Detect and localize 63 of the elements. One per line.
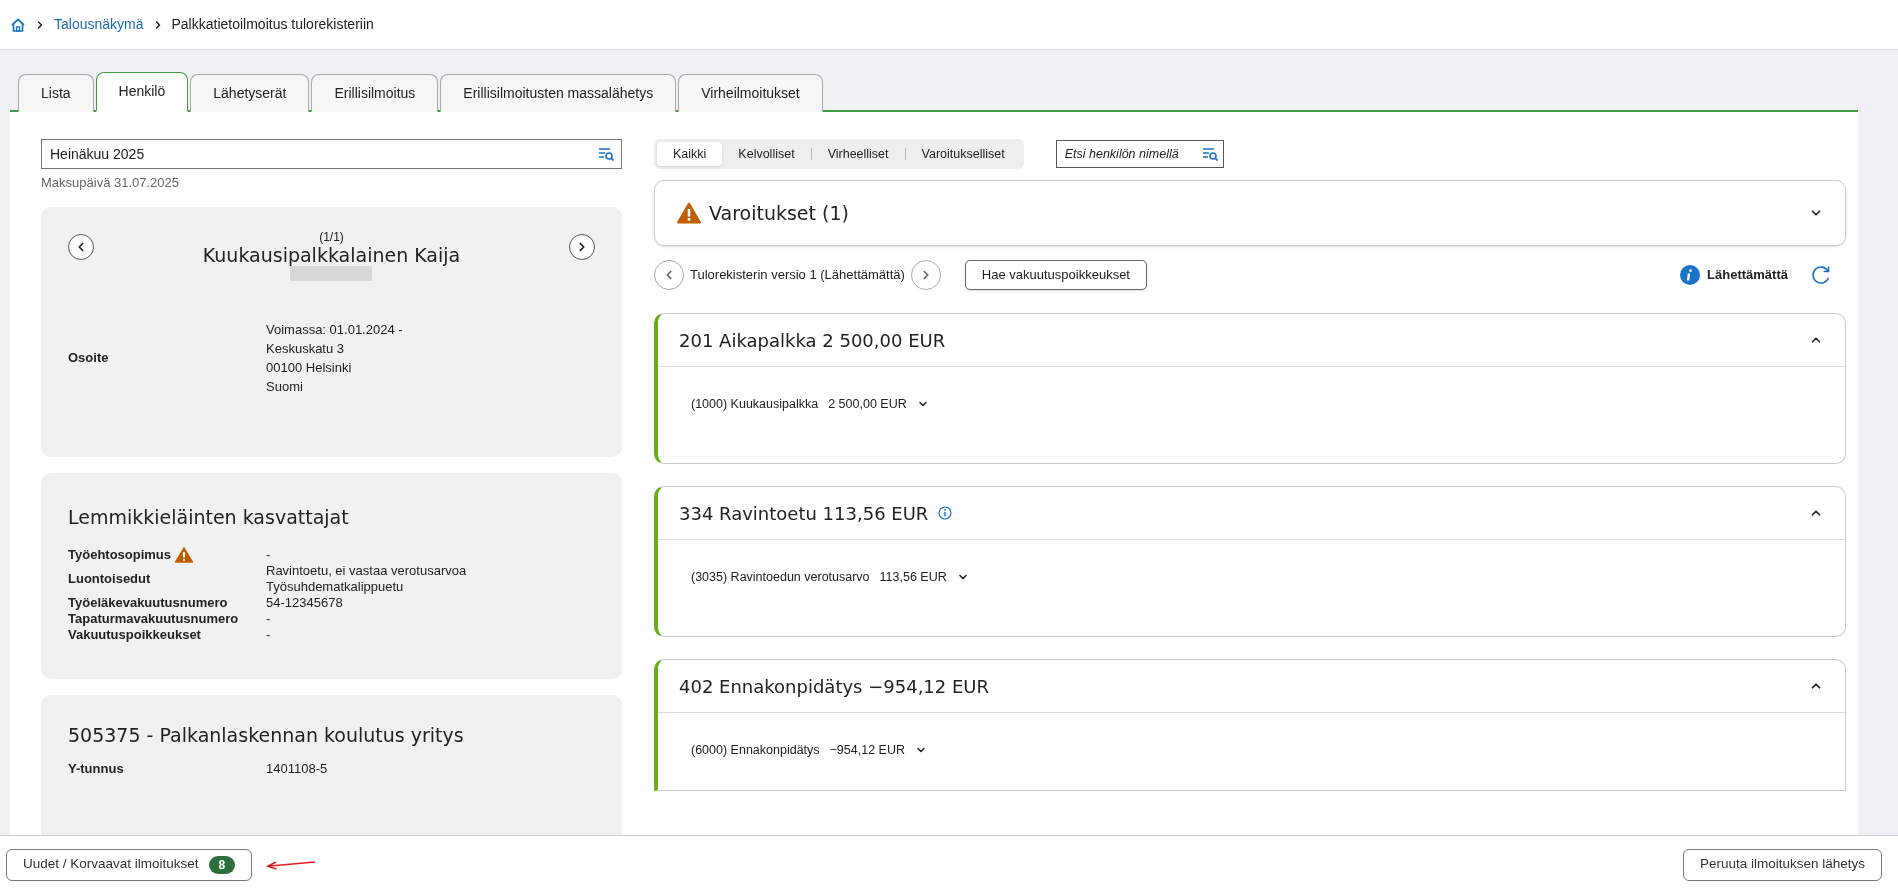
tab[interactable]: Erillisilmoitus xyxy=(311,74,439,112)
income-title: 334 Ravintoetu 113,56 EUR xyxy=(679,501,929,526)
warning-icon xyxy=(677,202,701,224)
warnings-title: Varoitukset (1) xyxy=(709,200,849,226)
info-icon xyxy=(1680,265,1701,285)
item-label: (6000) Ennakonpidätys xyxy=(691,742,820,759)
field-value: 00100 Helsinki xyxy=(266,358,353,377)
breadcrumb-current: Palkkatietoilmoitus tulorekisteriin xyxy=(171,15,374,34)
item-label: (3035) Ravintoedun verotusarvo xyxy=(691,569,870,586)
name-search-field[interactable]: Etsi henkilön nimellä xyxy=(1055,140,1224,168)
tab[interactable]: Erillisilmoitusten massalähetys xyxy=(440,74,677,112)
field-label: Työehtosopimus xyxy=(68,547,172,563)
item-amount: −954,12 EUR xyxy=(829,742,905,759)
field-value: 1401108-5 xyxy=(266,761,329,777)
item-amount: 2 500,00 EUR xyxy=(828,396,907,413)
payment-date: Maksupäivä 31.07.2025 xyxy=(41,174,181,192)
field-value: - xyxy=(266,547,272,563)
tab[interactable]: Lista xyxy=(18,74,94,112)
next-button[interactable] xyxy=(569,233,595,260)
field-value: - xyxy=(266,627,272,643)
cancel-sending-button[interactable]: Peruuta ilmoituksen lähetys xyxy=(1682,848,1882,881)
filter-option[interactable]: Virheelliset xyxy=(811,142,905,166)
status-label: Lähettämättä xyxy=(1707,266,1788,285)
item-label: (1000) Kuukausipalkka xyxy=(691,396,819,413)
field-label: Vakuutuspoikkeukset xyxy=(68,627,201,643)
fetch-button[interactable]: Hae vakuutuspoikkeukset xyxy=(964,260,1147,290)
field-value: 54-12345678 xyxy=(266,595,344,611)
home-icon xyxy=(10,16,26,33)
card-title: Lemmikkieläinten kasvattajat xyxy=(68,504,350,530)
refresh-icon xyxy=(1810,264,1832,286)
field-value: Keskuskatu 3 xyxy=(266,339,346,358)
version-label: Tulorekisterin versio 1 (Lähettämättä) xyxy=(690,266,905,285)
field-value: Ravintoetu, ei vastaa verotusarvoa xyxy=(266,563,468,579)
period-field[interactable]: Heinäkuu 2025 xyxy=(41,139,622,169)
field-value: - xyxy=(266,611,272,627)
field-label: Y-tunnus xyxy=(68,761,124,777)
field-value: Voimassa: 01.01.2024 - xyxy=(266,320,404,339)
tab[interactable]: Virheilmoitukset xyxy=(678,74,823,112)
field-label: Osoite xyxy=(68,349,109,367)
field-value: Suomi xyxy=(266,377,304,396)
search-icon xyxy=(1201,147,1218,161)
person-counter: (1/1) xyxy=(319,229,344,244)
filter-option[interactable]: Varoitukselliset xyxy=(905,142,1021,166)
income-title: 201 Aikapalkka 2 500,00 EUR xyxy=(679,328,946,353)
item-amount: 113,56 EUR xyxy=(879,569,947,586)
field-label: Työeläkevakuutusnumero xyxy=(68,595,228,611)
search-icon xyxy=(598,147,614,161)
filter-option[interactable]: Kelvolliset xyxy=(722,142,811,166)
arrow-icon xyxy=(266,859,317,870)
card-title: 505375 - Palkanlaskennan koulutus yritys xyxy=(68,722,465,748)
field-label: Luontoisedut xyxy=(68,571,151,587)
count-badge: 8 xyxy=(208,855,236,874)
income-title: 402 Ennakonpidätys −954,12 EUR xyxy=(679,674,990,699)
filter-option[interactable]: Kaikki xyxy=(657,142,723,166)
breadcrumb-link[interactable]: Talousnäkymä xyxy=(54,14,144,35)
tab[interactable]: Lähetyserät xyxy=(190,74,310,112)
tab[interactable]: Henkilö xyxy=(95,72,189,112)
field-value: Työsuhdematkalippuetu xyxy=(266,579,405,595)
person-name: Kuukausipalkkalainen Kaija xyxy=(202,243,461,266)
field-label: Tapaturmavakuutusnumero xyxy=(68,611,239,627)
previous-button[interactable] xyxy=(68,233,94,260)
warnings-panel[interactable]: Varoitukset (1) xyxy=(654,180,1846,246)
new-reports-button[interactable]: Uudet / Korvaavat ilmoitukset 8 xyxy=(6,848,253,881)
